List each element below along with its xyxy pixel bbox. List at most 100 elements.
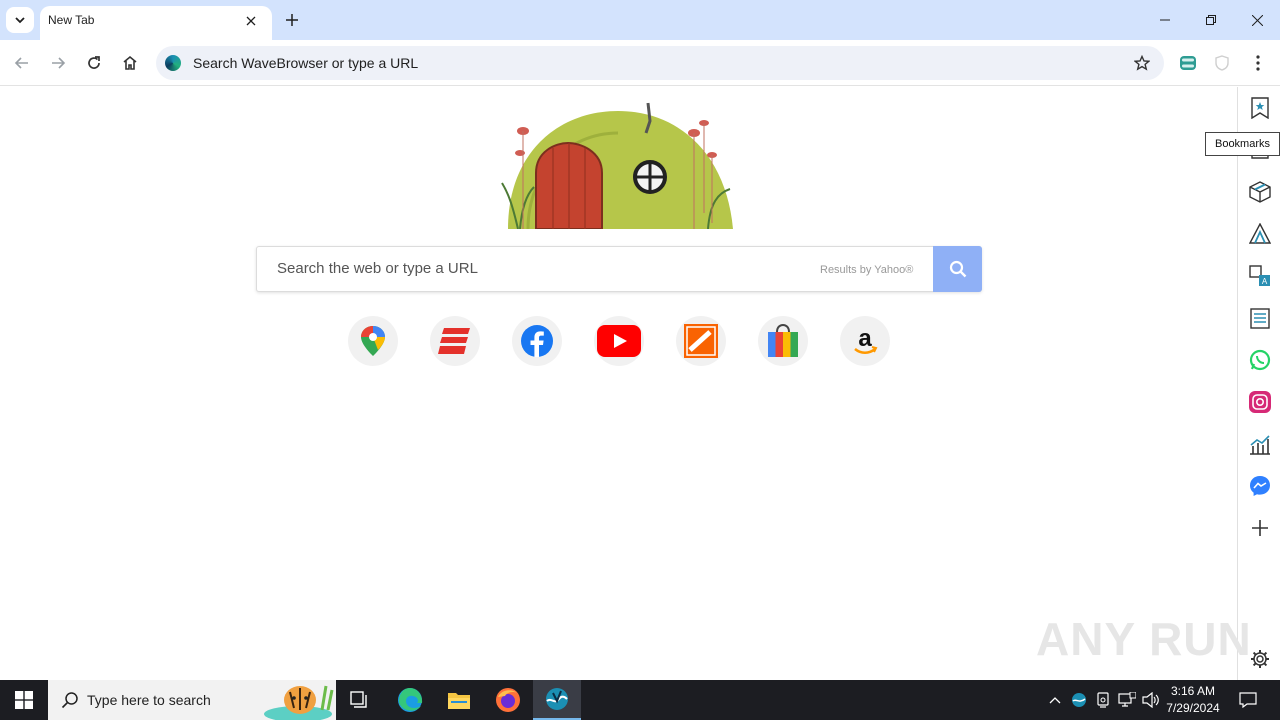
- shield-icon: [1215, 55, 1229, 71]
- forward-button[interactable]: [44, 49, 72, 77]
- taskbar-edge[interactable]: [386, 680, 434, 720]
- start-button[interactable]: [0, 680, 48, 720]
- sidebar-add-button[interactable]: [1247, 515, 1273, 541]
- taskbar-search-box[interactable]: Type here to search: [48, 680, 336, 720]
- wavebrowser-icon: [546, 688, 568, 710]
- address-bar[interactable]: Search WaveBrowser or type a URL: [156, 46, 1164, 80]
- search-button[interactable]: [933, 246, 982, 292]
- expedia-logo-icon: [438, 328, 470, 354]
- extension-button[interactable]: [1174, 49, 1202, 77]
- search-icon: [61, 692, 78, 709]
- tab-search-button[interactable]: [6, 7, 34, 33]
- edge-icon: [398, 688, 423, 712]
- task-view-button[interactable]: [336, 680, 384, 720]
- new-tab-page: Results by Yahoo® a: [0, 87, 1237, 680]
- svg-text:A: A: [1262, 277, 1268, 286]
- sidebar: A: [1237, 87, 1280, 680]
- sidebar-prices-button[interactable]: [1247, 221, 1273, 247]
- tiger-search-highlight-icon: [264, 685, 334, 720]
- notification-center-button[interactable]: [1238, 690, 1258, 710]
- sidebar-instagram-button[interactable]: [1247, 389, 1273, 415]
- bookmarks-icon: [1251, 97, 1269, 119]
- sidebar-bookmarks-button[interactable]: [1247, 95, 1273, 121]
- quicklink-google-maps[interactable]: [348, 316, 398, 366]
- arrow-left-icon: [14, 57, 28, 69]
- volume-icon: [1142, 692, 1159, 708]
- messenger-icon: [1250, 476, 1270, 496]
- facebook-icon: [521, 325, 553, 357]
- taskbar-firefox[interactable]: [484, 680, 532, 720]
- close-window-button[interactable]: [1234, 6, 1280, 34]
- bookmark-star-button[interactable]: [1130, 51, 1154, 75]
- web-search-input[interactable]: [277, 260, 797, 277]
- folder-icon: [448, 693, 470, 709]
- windows-logo-icon: [15, 691, 33, 709]
- sidebar-translate-button[interactable]: A: [1247, 263, 1273, 289]
- new-tab-button[interactable]: [280, 8, 304, 32]
- shopping-bag-icon: [768, 324, 798, 357]
- sidebar-whatsapp-button[interactable]: [1247, 347, 1273, 373]
- home-button[interactable]: [116, 49, 144, 77]
- price-tag-icon: [1249, 223, 1271, 244]
- kebab-menu-icon: [1256, 55, 1260, 71]
- sidebar-package-button[interactable]: [1247, 179, 1273, 205]
- taskbar-wavebrowser[interactable]: [533, 680, 581, 720]
- quicklink-shopping[interactable]: [758, 316, 808, 366]
- sidebar-messenger-button[interactable]: [1247, 473, 1273, 499]
- amazon-logo-icon: a: [854, 326, 878, 354]
- reload-button[interactable]: [80, 49, 108, 77]
- chevron-up-icon: [1049, 697, 1061, 704]
- svg-text:a: a: [858, 326, 872, 352]
- home-icon: [123, 55, 137, 70]
- chart-icon: [1250, 435, 1270, 455]
- hobbit-house-illustration: [501, 102, 733, 229]
- sidebar-stocks-button[interactable]: [1247, 431, 1273, 457]
- device-icon: [1097, 692, 1109, 708]
- reload-icon: [88, 56, 100, 69]
- youtube-icon: [597, 325, 641, 357]
- gear-icon: [1251, 650, 1269, 668]
- tray-overflow-button[interactable]: [1045, 690, 1065, 710]
- anyrun-watermark: ANY RUN: [1036, 613, 1252, 665]
- close-icon: [1251, 14, 1263, 26]
- sidebar-notes-button[interactable]: [1247, 305, 1273, 331]
- map-pin-icon: [361, 326, 385, 356]
- taskbar-clock-time[interactable]: 3:16 AM: [1160, 684, 1226, 698]
- quicklink-expedia[interactable]: [430, 316, 480, 366]
- arrow-right-icon: [52, 57, 66, 69]
- tab-title: New Tab: [48, 13, 95, 27]
- minimize-button[interactable]: [1142, 6, 1188, 34]
- tray-device[interactable]: [1093, 690, 1113, 710]
- restore-icon: [1206, 15, 1216, 25]
- web-search-box: Results by Yahoo®: [256, 246, 982, 292]
- quicklink-youtube[interactable]: [594, 316, 644, 366]
- minimize-icon: [1160, 19, 1170, 21]
- tab-strip: New Tab: [0, 0, 1280, 40]
- tab-new-tab[interactable]: New Tab: [40, 6, 272, 40]
- menu-button[interactable]: [1244, 49, 1272, 77]
- restore-button[interactable]: [1188, 6, 1234, 34]
- whatsapp-icon: [1249, 349, 1271, 371]
- search-icon: [949, 260, 966, 278]
- wavebrowser-logo-icon: [165, 55, 181, 71]
- quicklink-amazon[interactable]: a: [840, 316, 890, 366]
- translate-icon: A: [1249, 265, 1270, 286]
- network-icon: [1118, 692, 1136, 707]
- tray-volume[interactable]: [1141, 690, 1161, 710]
- quicklink-facebook[interactable]: [512, 316, 562, 366]
- tray-network[interactable]: [1117, 690, 1137, 710]
- back-button[interactable]: [8, 49, 36, 77]
- firefox-icon: [496, 688, 520, 712]
- taskbar-clock-date[interactable]: 7/29/2024: [1160, 701, 1226, 715]
- extension-button-2[interactable]: [1208, 49, 1236, 77]
- close-icon[interactable]: [245, 15, 257, 27]
- taskbar: Type here to search 3:16 AM 7/29/2024: [0, 680, 1280, 720]
- taskbar-file-explorer[interactable]: [435, 680, 483, 720]
- toggle-extension-icon: [1180, 56, 1196, 70]
- tray-wavebrowser[interactable]: [1069, 690, 1089, 710]
- address-bar-placeholder: Search WaveBrowser or type a URL: [193, 55, 419, 71]
- quicklink-home-depot[interactable]: [676, 316, 726, 366]
- toolbar: Search WaveBrowser or type a URL: [0, 40, 1280, 86]
- notes-icon: [1250, 308, 1270, 329]
- instagram-icon: [1249, 391, 1271, 413]
